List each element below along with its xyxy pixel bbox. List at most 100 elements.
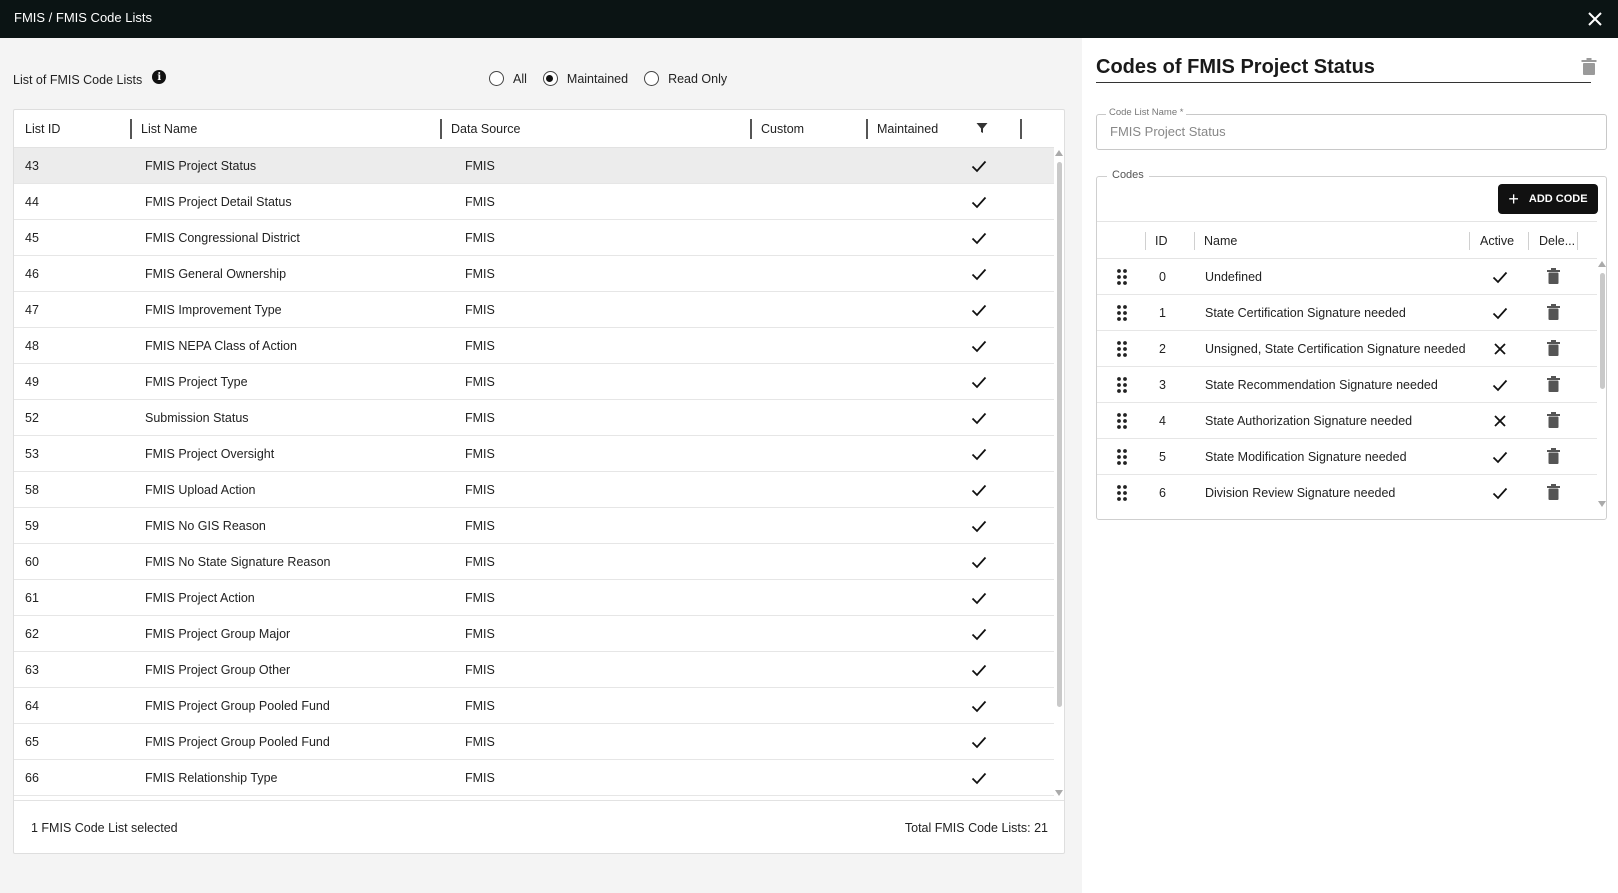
scroll-thumb[interactable] [1057,162,1062,707]
code-row[interactable]: 0 Undefined [1097,259,1597,295]
radio-maintained[interactable] [542,71,558,86]
delete-code-icon[interactable] [1547,448,1560,465]
table-row[interactable]: 48 FMIS NEPA Class of Action FMIS [14,328,1054,364]
column-resize-handle[interactable] [1020,119,1022,139]
column-header-list-id[interactable]: List ID [25,122,60,136]
checkmark-icon[interactable] [1491,268,1509,286]
delete-code-icon[interactable] [1547,412,1560,429]
table-row[interactable]: 52 Submission Status FMIS [14,400,1054,436]
code-row[interactable]: 6 Division Review Signature needed [1097,475,1597,509]
table-scrollbar[interactable] [1054,148,1065,798]
column-separator[interactable] [1194,232,1195,250]
cross-icon[interactable] [1491,412,1509,430]
column-header-list-name[interactable]: List Name [141,122,197,136]
column-separator[interactable] [1145,232,1146,250]
table-row[interactable]: 65 FMIS Project Group Pooled Fund FMIS [14,724,1054,760]
delete-code-icon[interactable] [1547,304,1560,321]
table-row[interactable]: 61 FMIS Project Action FMIS [14,580,1054,616]
cell-list-id: 64 [25,699,39,713]
drag-handle-icon[interactable] [1116,340,1128,358]
checkmark-icon [970,589,988,607]
cell-list-id: 63 [25,663,39,677]
table-row[interactable]: 60 FMIS No State Signature Reason FMIS [14,544,1054,580]
list-heading-label: List of FMIS Code Lists [13,73,143,87]
info-icon[interactable]: i [152,70,167,84]
table-row[interactable]: 63 FMIS Project Group Other FMIS [14,652,1054,688]
table-row[interactable]: 66 FMIS Relationship Type FMIS [14,760,1054,796]
code-row[interactable]: 3 State Recommendation Signature needed [1097,367,1597,403]
checkmark-icon[interactable] [1491,484,1509,502]
code-row[interactable]: 1 State Certification Signature needed [1097,295,1597,331]
code-row[interactable]: 5 State Modification Signature needed [1097,439,1597,475]
column-resize-handle[interactable] [130,119,132,139]
scroll-down-arrow[interactable] [1055,790,1063,796]
column-separator[interactable] [1577,232,1578,250]
cell-list-id: 61 [25,591,39,605]
drag-handle-icon[interactable] [1116,412,1128,430]
scroll-up-arrow[interactable] [1598,261,1606,267]
table-row[interactable]: 45 FMIS Congressional District FMIS [14,220,1054,256]
cell-list-id: 66 [25,771,39,785]
column-header-maintained[interactable]: Maintained [877,122,938,136]
column-separator[interactable] [1528,232,1529,250]
code-list-name-input[interactable] [1110,124,1590,139]
drag-handle-icon[interactable] [1116,484,1128,502]
table-row[interactable]: 44 FMIS Project Detail Status FMIS [14,184,1054,220]
checkmark-icon [970,337,988,355]
codes-table-header: ID Name Active Dele... [1097,221,1597,259]
table-row[interactable]: 47 FMIS Improvement Type FMIS [14,292,1054,328]
column-header-delete[interactable]: Dele... [1539,234,1575,248]
code-id: 4 [1159,414,1166,428]
scroll-thumb[interactable] [1600,273,1605,389]
table-row[interactable]: 49 FMIS Project Type FMIS [14,364,1054,400]
table-row[interactable]: 43 FMIS Project Status FMIS [14,148,1054,184]
column-header-id[interactable]: ID [1155,234,1168,248]
codes-scrollbar[interactable] [1597,259,1607,509]
drag-handle-icon[interactable] [1116,304,1128,322]
table-row[interactable]: 53 FMIS Project Oversight FMIS [14,436,1054,472]
column-header-data-source[interactable]: Data Source [451,122,520,136]
column-header-name[interactable]: Name [1204,234,1237,248]
radio-read-only[interactable] [644,71,660,86]
column-resize-handle[interactable] [866,119,868,139]
table-row[interactable]: 62 FMIS Project Group Major FMIS [14,616,1054,652]
delete-code-icon[interactable] [1547,484,1560,501]
cross-icon[interactable] [1491,340,1509,358]
filter-all[interactable]: All [489,71,527,86]
column-separator[interactable] [1469,232,1470,250]
checkmark-icon[interactable] [1491,304,1509,322]
filter-read-only[interactable]: Read Only [644,71,727,86]
cell-list-name: FMIS Project Group Major [145,627,291,641]
code-row[interactable]: 4 State Authorization Signature needed [1097,403,1597,439]
checkmark-icon[interactable] [1491,376,1509,394]
table-row[interactable]: 46 FMIS General Ownership FMIS [14,256,1054,292]
checkmark-icon [970,301,988,319]
column-resize-handle[interactable] [440,119,442,139]
close-icon[interactable] [1584,8,1606,30]
column-header-custom[interactable]: Custom [761,122,804,136]
table-row[interactable]: 58 FMIS Upload Action FMIS [14,472,1054,508]
filter-maintained[interactable]: Maintained [542,71,628,86]
code-row[interactable]: 2 Unsigned, State Certification Signature… [1097,331,1597,367]
radio-all[interactable] [489,71,504,86]
add-code-button[interactable]: + ADD CODE [1498,184,1598,214]
drag-handle-icon[interactable] [1116,448,1128,466]
filter-icon[interactable] [976,122,988,134]
drag-handle-icon[interactable] [1116,268,1128,286]
cell-data-source: FMIS [465,555,495,569]
delete-list-icon[interactable] [1581,58,1597,76]
scroll-up-arrow[interactable] [1055,150,1063,156]
code-list-name-field[interactable]: Code List Name * [1096,107,1607,150]
column-resize-handle[interactable] [750,119,752,139]
table-row[interactable]: 64 FMIS Project Group Pooled Fund FMIS [14,688,1054,724]
checkmark-icon[interactable] [1491,448,1509,466]
delete-code-icon[interactable] [1547,268,1560,285]
cell-list-name: FMIS Project Group Pooled Fund [145,699,330,713]
delete-code-icon[interactable] [1547,376,1560,393]
cell-list-name: Submission Status [145,411,249,425]
drag-handle-icon[interactable] [1116,376,1128,394]
scroll-down-arrow[interactable] [1598,501,1606,507]
table-row[interactable]: 59 FMIS No GIS Reason FMIS [14,508,1054,544]
column-header-active[interactable]: Active [1480,234,1514,248]
delete-code-icon[interactable] [1547,340,1560,357]
